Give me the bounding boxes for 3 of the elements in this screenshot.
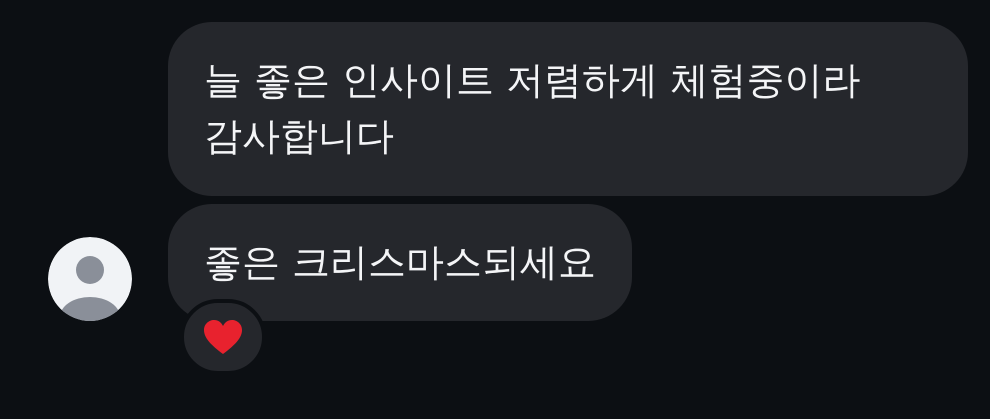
avatar[interactable]	[48, 237, 132, 321]
message-bubble: 좋은 크리스마스되세요	[168, 204, 632, 321]
message-bubble: 늘 좋은 인사이트 저렴하게 체험중이라 감사합니다	[168, 22, 968, 196]
